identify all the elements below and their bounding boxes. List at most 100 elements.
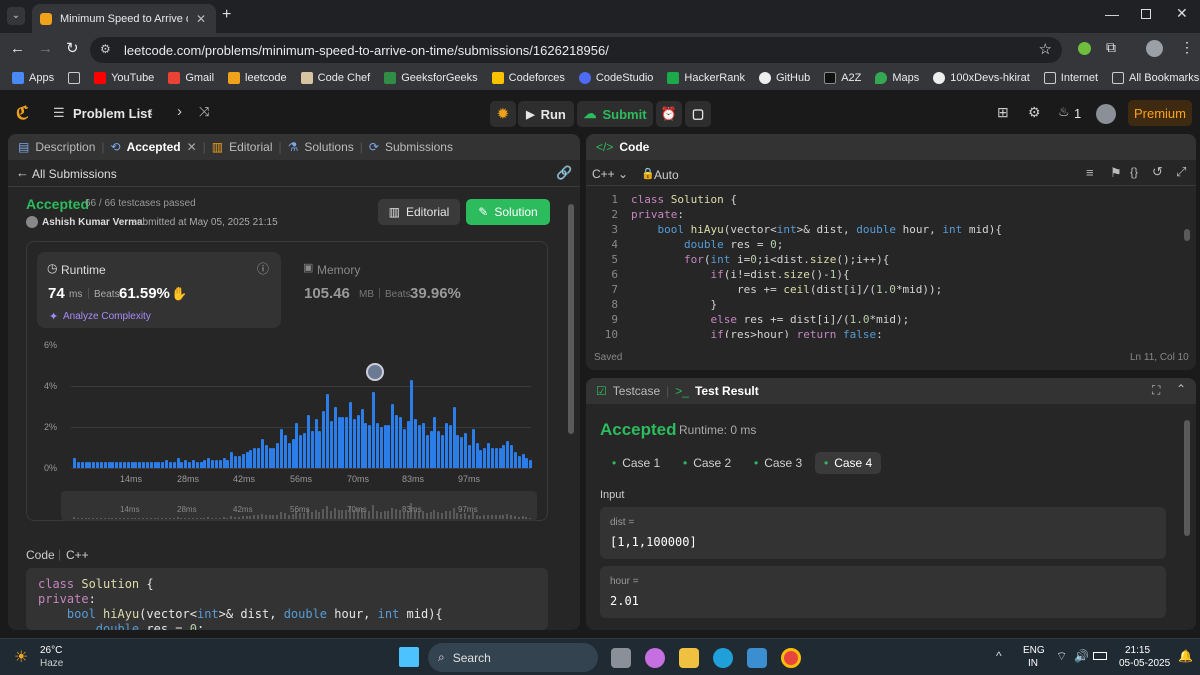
- tab-test-result[interactable]: Test Result: [695, 384, 759, 398]
- problem-list-link[interactable]: Problem List: [73, 106, 152, 121]
- bookmark-gfg[interactable]: GeeksforGeeks: [384, 72, 478, 84]
- timer-button[interactable]: ⏰: [656, 101, 682, 127]
- share-link-icon[interactable]: 🔗: [556, 165, 572, 181]
- windows-start-icon[interactable]: [399, 647, 419, 667]
- file-explorer-icon[interactable]: [679, 648, 699, 668]
- expand-icon[interactable]: ⛶: [1152, 383, 1160, 398]
- scrollbar[interactable]: [1184, 420, 1190, 536]
- taskbar-search[interactable]: ⌕ Search: [428, 643, 598, 672]
- all-bookmarks[interactable]: All Bookmarks: [1112, 72, 1199, 84]
- code-text-area[interactable]: class Solution { private: bool hiAyu(vec…: [631, 192, 1179, 338]
- edge-icon[interactable]: [713, 648, 733, 668]
- tab-description[interactable]: Description: [35, 140, 95, 154]
- close-window-icon[interactable]: ✕: [1176, 5, 1188, 22]
- profile-avatar[interactable]: [1146, 40, 1163, 57]
- site-info-icon[interactable]: ⚙: [100, 42, 111, 56]
- task-view-icon[interactable]: [611, 648, 631, 668]
- bookmark-maps[interactable]: Maps: [875, 72, 919, 84]
- language-select[interactable]: C++ ⌄: [592, 167, 628, 181]
- run-button[interactable]: ▶ Run: [518, 101, 574, 127]
- wifi-icon[interactable]: ⌔: [1056, 649, 1067, 664]
- extension-green-icon[interactable]: [1078, 42, 1091, 55]
- bookmark-codestudio[interactable]: CodeStudio: [578, 72, 653, 84]
- user-avatar[interactable]: [1096, 104, 1116, 124]
- case-tab-4[interactable]: • Case 4: [815, 452, 882, 474]
- menu-dots-icon[interactable]: ⋮: [1180, 39, 1194, 56]
- streak-fire-icon[interactable]: ♨: [1058, 104, 1070, 120]
- bookmark-100xdevs[interactable]: 100xDevs-hkirat: [933, 72, 1030, 84]
- bookmark-internet[interactable]: Internet: [1043, 72, 1098, 84]
- extensions-icon[interactable]: ⧉: [1106, 39, 1116, 56]
- fullscreen-icon[interactable]: ⤢: [1176, 164, 1186, 180]
- submit-button[interactable]: ☁ Submit: [577, 101, 653, 127]
- layout-grid-icon[interactable]: ⊞: [997, 104, 1009, 121]
- memory-card[interactable]: ▣ Memory 105.46 MB | Beats 39.96%: [291, 252, 541, 328]
- mode-label[interactable]: Auto: [654, 168, 679, 182]
- copilot-icon[interactable]: [645, 648, 665, 668]
- premium-button[interactable]: Premium: [1128, 100, 1192, 126]
- range-slider[interactable]: 14ms 28ms 42ms 56ms 70ms 83ms 97ms: [61, 491, 537, 521]
- solution-button[interactable]: ✎ Solution: [466, 199, 550, 225]
- notes-button[interactable]: ▢: [685, 101, 711, 127]
- maximize-icon[interactable]: [1141, 9, 1151, 19]
- bookmark-icon[interactable]: ⚑: [1110, 165, 1122, 181]
- notification-bell-icon[interactable]: 🔔: [1178, 649, 1193, 663]
- bookmark-leetcode[interactable]: leetcode: [228, 72, 287, 84]
- tab-solutions[interactable]: Solutions: [304, 140, 353, 154]
- bookmark-codechef[interactable]: Code Chef: [300, 72, 370, 84]
- store-icon[interactable]: [747, 648, 767, 668]
- tab-testcase[interactable]: Testcase: [613, 384, 660, 398]
- case-tab-2[interactable]: • Case 2: [674, 452, 740, 474]
- scrollbar[interactable]: [568, 204, 574, 434]
- editorial-button[interactable]: ▥ Editorial: [378, 199, 460, 225]
- close-accepted-tab-icon[interactable]: ✕: [187, 140, 197, 154]
- shuffle-icon[interactable]: ⤨: [199, 104, 209, 120]
- forward-arrow-icon[interactable]: →: [38, 40, 53, 57]
- clock-time[interactable]: 21:15: [1125, 645, 1150, 656]
- author-name[interactable]: Ashish Kumar Verma: [42, 217, 143, 228]
- chrome-icon[interactable]: [781, 648, 801, 668]
- reset-icon[interactable]: ↺: [1152, 164, 1163, 180]
- analyze-complexity-link[interactable]: Analyze Complexity: [63, 311, 151, 322]
- volume-icon[interactable]: 🔊: [1074, 649, 1089, 663]
- editor-scrollbar[interactable]: [1184, 229, 1190, 241]
- tab-editorial[interactable]: Editorial: [229, 140, 272, 154]
- bookmark-codeforces[interactable]: Codeforces: [491, 72, 565, 84]
- tab-accepted[interactable]: Accepted: [127, 140, 181, 154]
- braces-icon[interactable]: {}: [1130, 165, 1138, 179]
- case-tab-3[interactable]: • Case 3: [745, 452, 811, 474]
- next-problem-icon[interactable]: ›: [177, 103, 182, 120]
- settings-gear-icon[interactable]: ⚙: [1028, 104, 1041, 121]
- tray-chevron-icon[interactable]: ^: [996, 649, 1002, 663]
- bookmark-youtube[interactable]: YouTube: [94, 72, 154, 84]
- reload-icon[interactable]: ↻: [66, 39, 79, 57]
- bookmark-hackerrank[interactable]: HackerRank: [667, 72, 745, 84]
- bookmark-grid[interactable]: [68, 72, 81, 84]
- case-tab-1[interactable]: • Case 1: [603, 452, 669, 474]
- new-tab-icon[interactable]: +: [222, 6, 231, 24]
- bookmark-a2z[interactable]: A2Z: [824, 72, 861, 84]
- bookmark-apps[interactable]: Apps: [12, 72, 54, 84]
- leetcode-logo-icon[interactable]: ℭ: [16, 103, 29, 124]
- bookmark-gmail[interactable]: Gmail: [168, 72, 214, 84]
- minimize-icon[interactable]: —: [1105, 6, 1119, 22]
- prev-problem-icon[interactable]: ‹: [148, 103, 153, 120]
- debug-button[interactable]: ✹: [490, 101, 516, 127]
- browser-tab[interactable]: Minimum Speed to Arrive on Ti ✕: [32, 4, 216, 33]
- battery-icon[interactable]: [1093, 652, 1107, 660]
- weather-icon[interactable]: ☀: [14, 647, 28, 667]
- input-language[interactable]: ENG: [1023, 645, 1045, 656]
- tab-submissions[interactable]: Submissions: [385, 140, 453, 154]
- tab-search-icon[interactable]: ⌄: [7, 7, 25, 25]
- address-bar[interactable]: ⚙ leetcode.com/problems/minimum-speed-to…: [90, 37, 1062, 63]
- back-arrow-icon[interactable]: ←: [10, 40, 25, 57]
- back-arrow-icon[interactable]: ←: [16, 165, 29, 180]
- bookmark-star-icon[interactable]: ☆: [1039, 40, 1052, 58]
- format-icon[interactable]: ≡: [1086, 165, 1094, 180]
- info-icon[interactable]: ⓘ: [257, 260, 269, 277]
- close-tab-icon[interactable]: ✕: [196, 12, 206, 26]
- bookmark-github[interactable]: GitHub: [758, 72, 810, 84]
- collapse-chevron-icon[interactable]: ⌃: [1176, 382, 1186, 396]
- runtime-card[interactable]: ◷ Runtime ⓘ 74 ms | Beats 61.59% ✋ ✦ Ana…: [37, 252, 281, 328]
- all-submissions-link[interactable]: All Submissions: [32, 167, 117, 181]
